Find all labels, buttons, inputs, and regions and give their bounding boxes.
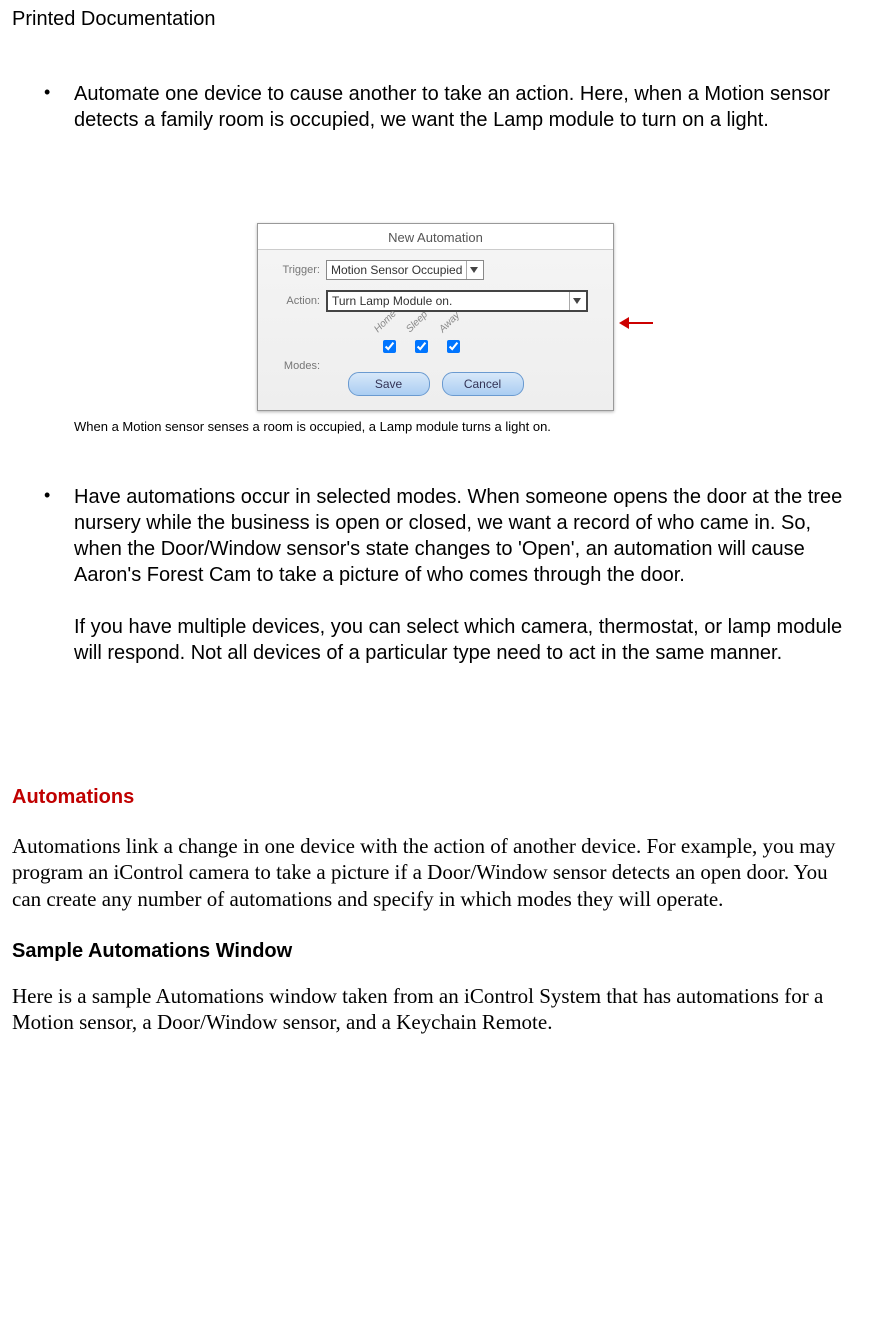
mode-sleep-checkbox[interactable] — [415, 340, 428, 353]
action-value: Turn Lamp Module on. — [332, 294, 565, 308]
new-automation-panel: New Automation Trigger: Motion Sensor Oc… — [257, 223, 614, 411]
bullet-item-2: Have automations occur in selected modes… — [44, 484, 859, 666]
chevron-down-icon — [466, 261, 481, 279]
cancel-button[interactable]: Cancel — [442, 372, 524, 396]
figure-caption-1: When a Motion sensor senses a room is oc… — [74, 419, 859, 434]
sample-window-body-text: Here is a sample Automations window take… — [12, 983, 859, 1036]
pointer-arrow-icon — [619, 314, 653, 335]
action-select[interactable]: Turn Lamp Module on. — [326, 290, 588, 312]
trigger-value: Motion Sensor Occupied — [331, 263, 462, 277]
mode-home-label: Home — [372, 308, 399, 335]
mode-away-checkbox[interactable] — [447, 340, 460, 353]
trigger-label: Trigger: — [272, 264, 320, 276]
automations-body-text: Automations link a change in one device … — [12, 833, 859, 912]
subheading-sample-window: Sample Automations Window — [12, 940, 859, 963]
chevron-down-icon — [569, 292, 584, 310]
save-button[interactable]: Save — [348, 372, 430, 396]
mode-away-label: Away — [437, 310, 462, 335]
mode-sleep-label: Sleep — [404, 309, 430, 335]
bullet-2-para-2: If you have multiple devices, you can se… — [74, 616, 842, 664]
trigger-select[interactable]: Motion Sensor Occupied — [326, 260, 484, 280]
panel-title: New Automation — [258, 224, 613, 249]
page-header: Printed Documentation — [12, 8, 859, 31]
mode-home-checkbox[interactable] — [383, 340, 396, 353]
modes-label: Modes: — [272, 360, 320, 372]
action-label: Action: — [272, 295, 320, 307]
bullet-item-1: Automate one device to cause another to … — [44, 81, 859, 133]
section-heading-automations: Automations — [12, 786, 859, 809]
bullet-2-para-1: Have automations occur in selected modes… — [74, 486, 842, 586]
